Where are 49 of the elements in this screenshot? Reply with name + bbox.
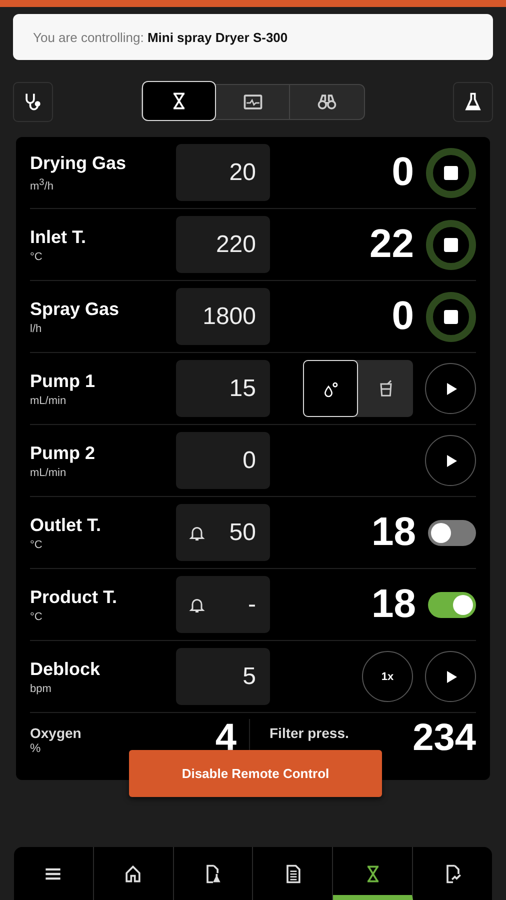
reading-value: 0 — [392, 294, 414, 339]
parameter-name: Deblock — [30, 658, 102, 680]
reading-value: 0 — [392, 150, 414, 195]
reading-value: 18 — [372, 510, 416, 555]
parameter-name: Product T. — [30, 586, 118, 608]
parameter-name: Pump 1 — [30, 370, 96, 392]
unit-label: bpm — [30, 682, 52, 694]
unit-label: °C — [30, 610, 44, 622]
banner-text: You are controlling: Mini spray Dryer S-300 — [33, 30, 288, 44]
unit-label: % — [30, 741, 42, 755]
unit-label: °C — [30, 538, 44, 550]
toggle-switch[interactable] — [428, 592, 476, 618]
disable-remote-button[interactable]: Disable Remote Control — [129, 750, 382, 797]
setpoint-field[interactable]: 0 — [176, 432, 270, 489]
parameter-name: Drying Gas — [30, 152, 128, 174]
unit-label: °C — [30, 250, 44, 262]
stop-button[interactable] — [426, 148, 476, 198]
flask-button[interactable] — [453, 82, 493, 122]
setpoint-field[interactable]: - — [176, 576, 270, 633]
toggle-switch[interactable] — [428, 520, 476, 546]
once-button[interactable]: 1x — [362, 651, 413, 702]
reading-value: 18 — [372, 582, 416, 627]
setpoint-field[interactable]: 50 — [176, 504, 270, 561]
play-button[interactable] — [425, 435, 476, 486]
unit-label: m$^{3}$/h — [30, 176, 54, 192]
setpoint-field[interactable]: 20 — [176, 144, 270, 201]
setpoint-field[interactable]: 1800 — [176, 288, 270, 345]
parameter-name: Pump 2 — [30, 442, 96, 464]
play-button[interactable] — [425, 363, 476, 414]
unit-label: l/h — [30, 322, 43, 334]
reading-name: Oxygen — [30, 724, 82, 741]
reading-name: Filter press. — [270, 724, 349, 741]
play-button[interactable] — [425, 651, 476, 702]
parameter-name: Spray Gas — [30, 298, 120, 320]
parameter-name: Outlet T. — [30, 514, 102, 536]
unit-label: mL/min — [30, 394, 68, 406]
mode-button[interactable] — [303, 360, 358, 417]
stethoscope-button[interactable] — [13, 82, 53, 122]
reading-value: 234 — [412, 719, 476, 757]
flask-icon — [462, 91, 484, 113]
setpoint-field[interactable]: 15 — [176, 360, 270, 417]
unit-label: mL/min — [30, 466, 68, 478]
parameter-name: Inlet T. — [30, 226, 88, 248]
setpoint-field[interactable]: 220 — [176, 216, 270, 273]
stop-button[interactable] — [426, 220, 476, 270]
setpoint-field[interactable]: 5 — [176, 648, 270, 705]
nav-button[interactable] — [333, 847, 414, 900]
reading-value: 22 — [370, 222, 414, 267]
stop-button[interactable] — [426, 292, 476, 342]
